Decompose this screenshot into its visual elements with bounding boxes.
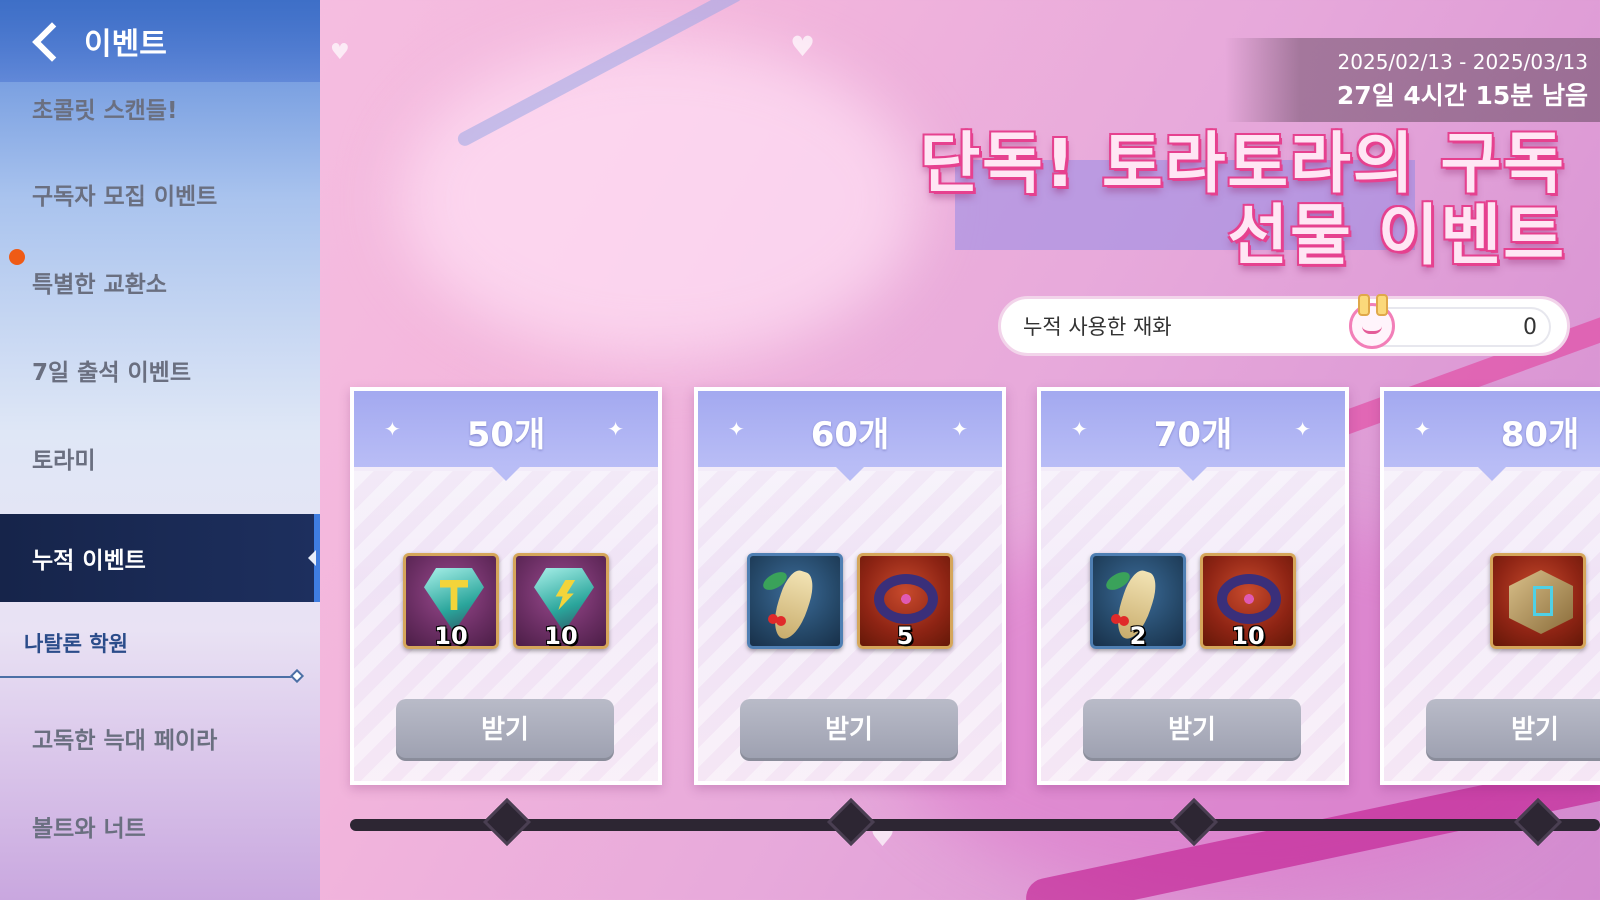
currency-value: 0 xyxy=(1523,315,1537,340)
item-quantity: 2 xyxy=(1129,622,1147,650)
event-sidebar: 이벤트 초콜릿 스캔들! 구독자 모집 이벤트 특별한 교환소 7일 출석 이벤… xyxy=(0,0,320,900)
sidebar-item-label: 볼트와 너트 xyxy=(32,816,146,842)
reward-card-80: ✦ 80개 받기 xyxy=(1380,387,1600,785)
sidebar-item-label: 초콜릿 스캔들! xyxy=(32,98,178,124)
sidebar-item-7day-attendance[interactable]: 7일 출석 이벤트 xyxy=(0,326,320,414)
reward-items xyxy=(1384,553,1600,649)
berry-shape xyxy=(768,614,778,624)
ring-shape xyxy=(1217,574,1281,624)
reward-card-70: ✦ 70개 ✦ 2 10 받기 xyxy=(1037,387,1349,785)
notification-dot xyxy=(9,249,25,265)
cumulative-currency-bar: 누적 사용한 재화 0 xyxy=(998,294,1570,356)
sidebar-item-chocolate-scandal[interactable]: 초콜릿 스캔들! xyxy=(0,64,320,152)
reward-card-50: ✦ 50개 ✦ 10 10 받기 xyxy=(350,387,662,785)
card-header: ✦ 80개 xyxy=(1384,391,1600,481)
event-period-banner: 2025/02/13 - 2025/03/13 27일 4시간 15분 남음 xyxy=(1225,38,1600,122)
claim-button[interactable]: 받기 xyxy=(1083,699,1301,761)
ginseng-icon[interactable] xyxy=(747,553,843,649)
bunny-face xyxy=(1362,326,1382,334)
progress-track xyxy=(350,819,1600,831)
sidebar-item-lonely-wolf[interactable]: 고독한 늑대 페이라 xyxy=(0,694,320,782)
item-quantity: 10 xyxy=(1231,622,1265,650)
event-date-range: 2025/02/13 - 2025/03/13 xyxy=(1337,50,1588,74)
diamond-icon xyxy=(289,668,305,684)
sidebar-item-label: 토라미 xyxy=(32,448,96,474)
sidebar-item-torami[interactable]: 토라미 xyxy=(0,414,320,502)
reward-items: 5 xyxy=(698,553,1002,650)
sidebar-item-label: 특별한 교환소 xyxy=(32,272,167,298)
event-time-left: 27일 4시간 15분 남음 xyxy=(1336,81,1588,110)
sparkle-icon: ✦ xyxy=(607,417,624,441)
reward-items: 2 10 xyxy=(1041,553,1345,650)
reward-threshold: 80개 xyxy=(1500,415,1580,455)
gem-bolt-icon[interactable]: 10 xyxy=(513,553,609,650)
claim-button[interactable]: 받기 xyxy=(1426,699,1600,761)
sparkle-icon: ✦ xyxy=(951,417,968,441)
sidebar-item-subscriber-event[interactable]: 구독자 모집 이벤트 xyxy=(0,150,320,238)
gem-hammer-icon[interactable]: 10 xyxy=(403,553,499,650)
reward-card-60: ✦ 60개 ✦ 5 받기 xyxy=(694,387,1006,785)
card-header: ✦ 50개 ✦ xyxy=(354,391,658,481)
card-header: ✦ 60개 ✦ xyxy=(698,391,1002,481)
card-header: ✦ 70개 ✦ xyxy=(1041,391,1345,481)
necklace-icon[interactable]: 5 xyxy=(857,553,953,650)
currency-label: 누적 사용한 재화 xyxy=(1023,315,1172,339)
ginseng-icon[interactable]: 2 xyxy=(1090,553,1186,650)
ring-shape xyxy=(874,574,938,624)
back-arrow-icon[interactable] xyxy=(26,19,70,63)
event-title-line1: 단독! 토라토라의 구독 xyxy=(919,125,1566,202)
sidebar-title: 이벤트 xyxy=(84,27,167,62)
sidebar-item-label: 7일 출석 이벤트 xyxy=(32,360,191,386)
item-quantity: 10 xyxy=(544,622,578,650)
section-label: 나탈론 학원 xyxy=(24,632,128,656)
item-quantity: 10 xyxy=(434,622,468,650)
cube-box-icon[interactable] xyxy=(1490,553,1586,649)
necklace-icon[interactable]: 10 xyxy=(1200,553,1296,650)
sidebar-item-label: 구독자 모집 이벤트 xyxy=(32,184,218,210)
reward-items: 10 10 xyxy=(354,553,658,650)
sidebar-item-label: 누적 이벤트 xyxy=(32,548,146,574)
heart-icon: ♥ xyxy=(330,40,350,65)
event-title: 단독! 토라토라의 구독 선물 이벤트 xyxy=(919,128,1566,272)
bunny-icon xyxy=(1349,294,1395,349)
item-quantity: 5 xyxy=(896,622,914,650)
bg-glow xyxy=(400,40,920,360)
event-title-line2: 선물 이벤트 xyxy=(1227,197,1566,274)
sidebar-item-label: 고독한 늑대 페이라 xyxy=(32,728,218,754)
sidebar-item-bolt-and-nut[interactable]: 볼트와 너트 xyxy=(0,782,320,870)
sidebar-item-special-exchange[interactable]: 특별한 교환소 xyxy=(0,238,320,326)
sidebar-item-cumulative-event[interactable]: 누적 이벤트 xyxy=(0,514,320,602)
sparkle-icon: ✦ xyxy=(1294,417,1311,441)
section-divider xyxy=(0,676,300,678)
claim-button[interactable]: 받기 xyxy=(740,699,958,761)
box-rune xyxy=(1533,586,1553,616)
claim-button[interactable]: 받기 xyxy=(396,699,614,761)
heart-icon: ♥ xyxy=(790,30,816,63)
